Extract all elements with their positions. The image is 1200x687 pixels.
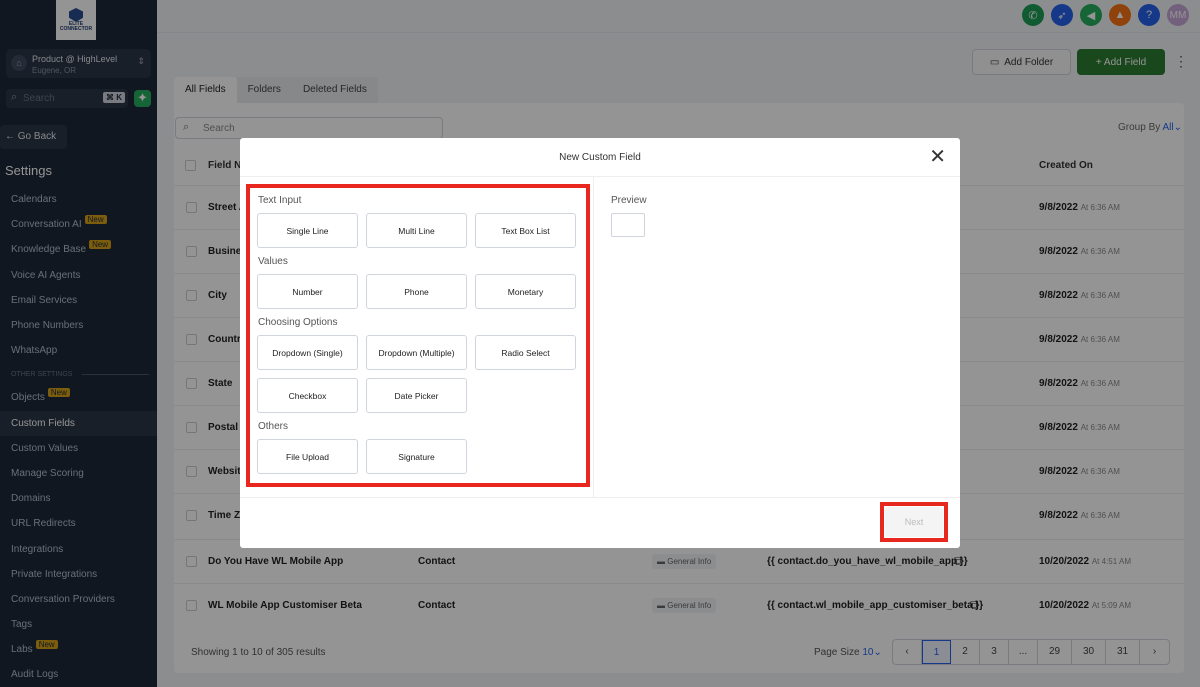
group-label-text-input: Text Input (258, 195, 302, 206)
field-type-dropdown-multiple[interactable]: Dropdown (Multiple) (366, 335, 467, 370)
field-type-single-line[interactable]: Single Line (257, 213, 358, 248)
preview-label: Preview (611, 195, 647, 206)
field-type-radio-select[interactable]: Radio Select (475, 335, 576, 370)
close-icon[interactable]: ✕ (929, 147, 946, 167)
group-label-choosing-options: Choosing Options (258, 317, 338, 328)
field-type-monetary[interactable]: Monetary (475, 274, 576, 309)
group-label-others: Others (258, 421, 289, 432)
field-type-date-picker[interactable]: Date Picker (366, 378, 467, 413)
modal-column-divider (593, 177, 594, 497)
field-type-phone[interactable]: Phone (366, 274, 467, 309)
field-type-file-upload[interactable]: File Upload (257, 439, 358, 474)
field-type-number[interactable]: Number (257, 274, 358, 309)
preview-box (611, 213, 645, 237)
group-label-values: Values (258, 256, 288, 267)
field-type-text-box-list[interactable]: Text Box List (475, 213, 576, 248)
field-type-signature[interactable]: Signature (366, 439, 467, 474)
field-type-checkbox[interactable]: Checkbox (257, 378, 358, 413)
modal-title: New Custom Field (559, 152, 641, 163)
modal-footer-divider (240, 497, 960, 498)
modal-header-divider (240, 176, 960, 177)
new-custom-field-modal: New Custom Field ✕ Text Input Single Lin… (240, 138, 960, 548)
field-type-dropdown-single[interactable]: Dropdown (Single) (257, 335, 358, 370)
field-type-multi-line[interactable]: Multi Line (366, 213, 467, 248)
next-button[interactable]: Next (885, 507, 943, 537)
